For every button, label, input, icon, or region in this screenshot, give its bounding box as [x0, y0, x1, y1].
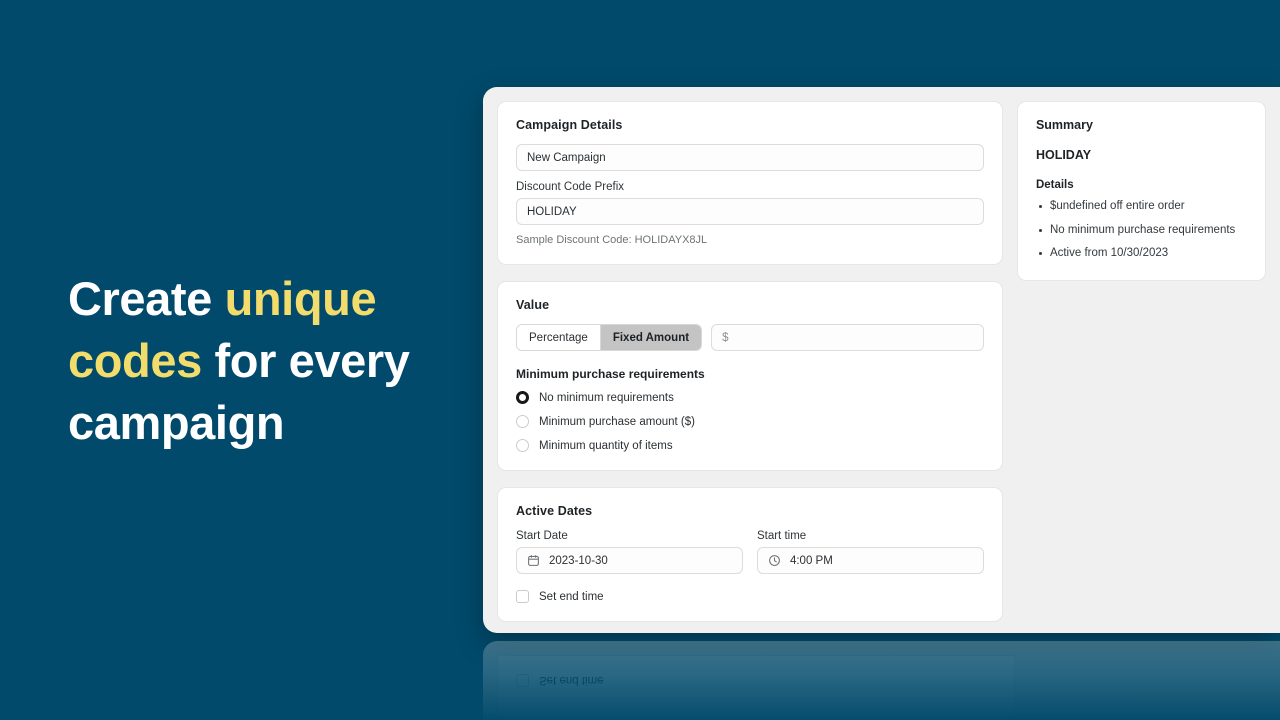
panel-reflection: Set end time: [483, 641, 1280, 720]
discount-amount-input[interactable]: $: [711, 324, 984, 351]
set-end-time-label: Set end time: [539, 590, 604, 603]
reflection-panel: Set end time: [483, 641, 1280, 720]
radio-minimum-amount-label: Minimum purchase amount ($): [539, 415, 695, 428]
campaign-name-input[interactable]: New Campaign: [516, 144, 984, 171]
radio-minimum-quantity-label: Minimum quantity of items: [539, 439, 673, 452]
hero-line1-accent: unique: [224, 272, 377, 325]
radio-minimum-quantity-icon[interactable]: [516, 439, 529, 452]
start-time-value: 4:00 PM: [789, 554, 833, 567]
list-item: Active from 10/30/2023: [1036, 246, 1247, 262]
sample-discount-code: Sample Discount Code: HOLIDAYX8JL: [516, 234, 708, 246]
page-title: Create unique codes for every campaign: [68, 268, 458, 454]
summary-card: Summary HOLIDAY Details $undefined off e…: [1016, 101, 1266, 281]
reflection-card: Set end time: [497, 655, 1015, 720]
hero-line1-white: Create: [68, 272, 225, 325]
start-date-input[interactable]: 2023-10-30: [516, 547, 743, 574]
radio-no-minimum-icon[interactable]: [516, 391, 529, 404]
radio-minimum-amount-icon[interactable]: [516, 415, 529, 428]
active-dates-card: Active Dates Start Date 2023-10-30 Start…: [497, 487, 1003, 622]
campaign-details-card: Campaign Details New Campaign Discount C…: [497, 101, 1003, 265]
date-grid: Start Date 2023-10-30 Start time 4:00 PM: [516, 530, 984, 574]
summary-details-title: Details: [1035, 179, 1074, 191]
calendar-icon: [528, 555, 539, 566]
main-column: Campaign Details New Campaign Discount C…: [497, 101, 1003, 622]
list-item: No minimum purchase requirements: [1036, 223, 1247, 239]
hero-line2-accent: codes: [68, 334, 202, 387]
radio-option-minimum-quantity[interactable]: Minimum quantity of items: [516, 439, 984, 452]
value-row: Percentage Fixed Amount $: [516, 324, 984, 351]
radio-option-no-minimum[interactable]: No minimum requirements: [516, 391, 984, 404]
set-end-time-row[interactable]: Set end time: [516, 590, 984, 603]
summary-code: HOLIDAY: [1035, 148, 1092, 162]
reflection-fade-overlay: [483, 641, 1280, 720]
start-date-column: Start Date 2023-10-30: [516, 530, 743, 574]
set-end-time-checkbox[interactable]: [516, 590, 529, 603]
start-time-column: Start time 4:00 PM: [756, 530, 984, 574]
hero-line3: campaign: [68, 396, 285, 449]
summary-column: Summary HOLIDAY Details $undefined off e…: [1016, 101, 1266, 619]
segment-fixed-amount[interactable]: Fixed Amount: [600, 325, 702, 350]
campaign-details-title: Campaign Details: [516, 118, 623, 132]
list-item: $undefined off entire order: [1036, 199, 1247, 215]
form-panel: Campaign Details New Campaign Discount C…: [483, 87, 1280, 633]
reflection-checkbox-icon: [516, 674, 529, 687]
radio-option-minimum-amount[interactable]: Minimum purchase amount ($): [516, 415, 984, 428]
start-date-label: Start Date: [516, 530, 568, 542]
value-card: Value Percentage Fixed Amount $ Minimum …: [497, 281, 1003, 471]
start-time-label: Start time: [756, 530, 807, 542]
hero-line2-white: for every: [201, 334, 410, 387]
discount-prefix-input[interactable]: HOLIDAY: [516, 198, 984, 225]
app-screenshot: Create unique codes for every campaign Cam…: [0, 0, 1280, 720]
value-type-segmented-control[interactable]: Percentage Fixed Amount: [516, 324, 703, 351]
active-dates-title: Active Dates: [516, 504, 593, 518]
start-time-input[interactable]: 4:00 PM: [756, 547, 984, 574]
summary-title: Summary: [1035, 118, 1093, 132]
discount-prefix-label: Discount Code Prefix: [516, 181, 625, 193]
segment-percentage[interactable]: Percentage: [517, 325, 601, 350]
start-date-value: 2023-10-30: [549, 554, 608, 567]
radio-no-minimum-label: No minimum requirements: [539, 391, 674, 404]
reflection-set-end-time-row: Set end time: [516, 674, 604, 687]
minimum-purchase-title: Minimum purchase requirements: [516, 367, 705, 381]
summary-details-list: $undefined off entire order No minimum p…: [1036, 199, 1247, 262]
hero-headline: Create unique codes for every campaign: [68, 268, 458, 454]
reflection-set-end-time-label: Set end time: [539, 674, 604, 687]
clock-icon: [769, 555, 780, 566]
value-title: Value: [516, 298, 550, 312]
